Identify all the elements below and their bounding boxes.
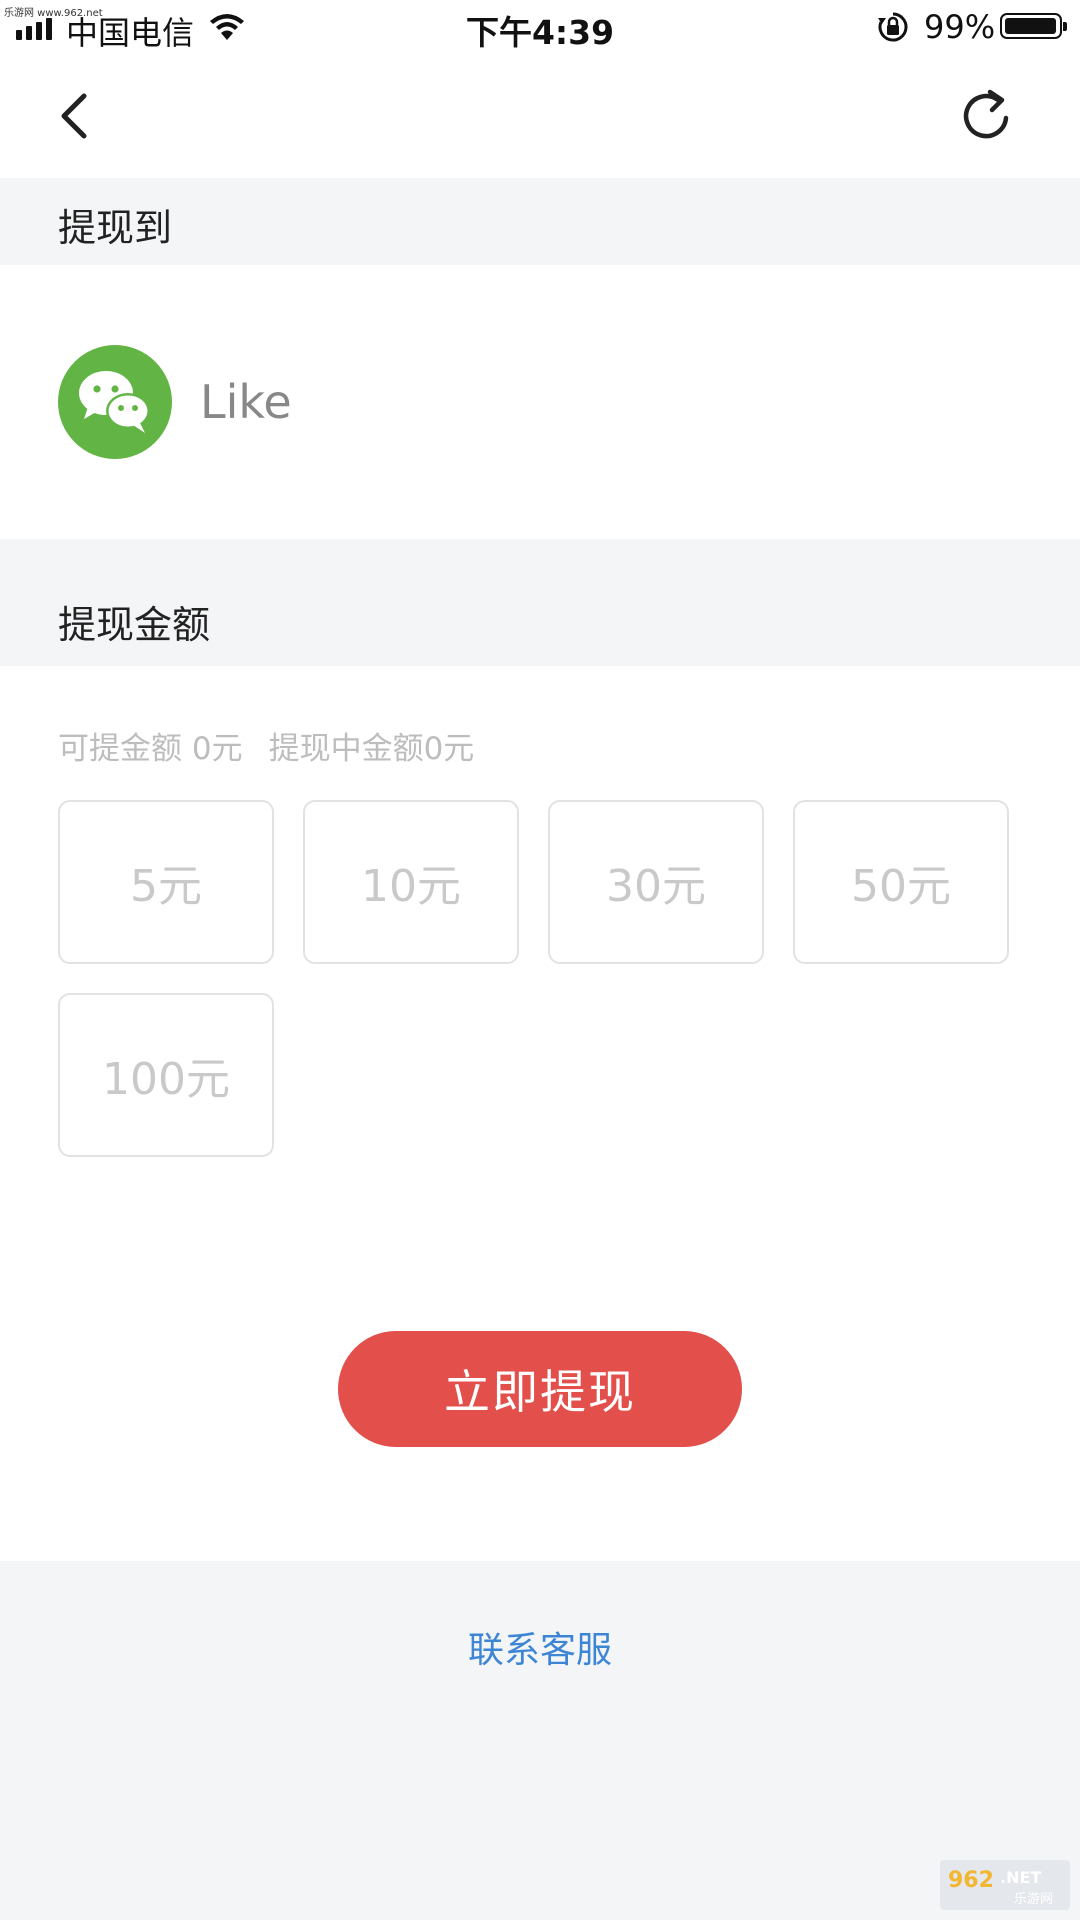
clock: 下午4:39	[465, 13, 615, 52]
svg-text:乐游网: 乐游网	[1014, 1892, 1053, 1907]
svg-text:962: 962	[948, 1868, 994, 1893]
available-balance: 可提金额 0元 提现中金额0元	[58, 723, 474, 768]
chevron-left-icon[interactable]	[50, 86, 100, 146]
battery-icon	[1000, 13, 1067, 39]
amount-option-100[interactable]: 100元	[58, 993, 274, 1157]
available-amount: 可提金额 0元	[58, 731, 243, 767]
svg-text:.NET: .NET	[1000, 1868, 1041, 1887]
wechat-icon	[58, 345, 172, 459]
amount-header: 提现金额	[0, 539, 1080, 666]
nav-bar	[0, 58, 1080, 178]
pending-amount: 提现中金额0元	[268, 731, 475, 767]
amount-title: 提现金额	[58, 603, 211, 647]
contact-support-link[interactable]: 联系客服	[0, 1621, 1080, 1673]
amount-option-10[interactable]: 10元	[303, 800, 519, 964]
withdraw-account[interactable]: Like	[0, 265, 1080, 539]
rotation-lock-icon	[878, 12, 908, 42]
battery-fill	[1005, 18, 1057, 34]
amount-option-5[interactable]: 5元	[58, 800, 274, 964]
withdraw-to-title: 提现到	[58, 206, 173, 250]
refresh-icon[interactable]	[958, 86, 1014, 146]
status-bar: 中国电信 下午4:39 99%	[0, 0, 1080, 58]
account-name: Like	[200, 375, 292, 429]
amount-option-50[interactable]: 50元	[793, 800, 1009, 964]
withdraw-button[interactable]: 立即提现	[338, 1331, 742, 1447]
footer: 联系客服 962 .NET 乐游网	[0, 1561, 1080, 1920]
amount-option-30[interactable]: 30元	[548, 800, 764, 964]
withdraw-to-header: 提现到	[0, 178, 1080, 265]
battery-percent: 99%	[924, 8, 996, 46]
watermark-logo: 962 .NET 乐游网	[940, 1860, 1070, 1910]
